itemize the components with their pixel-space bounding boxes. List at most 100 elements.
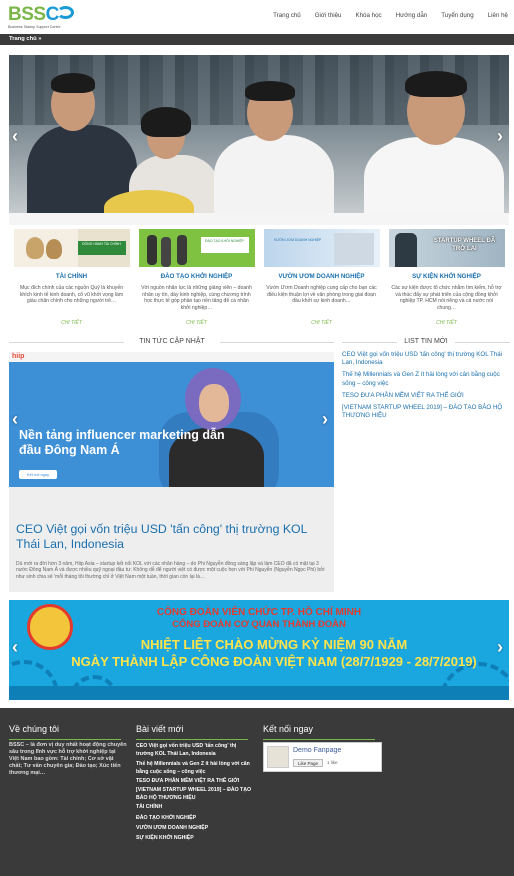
hero-person-1-hair bbox=[51, 73, 95, 93]
category-incubator-image: VƯỜN ƯƠM DOANH NGHIỆP bbox=[263, 229, 380, 267]
news-slide-button[interactable]: Kết nối ngay bbox=[19, 470, 57, 479]
category-training-more-link[interactable]: CHI TIẾT bbox=[134, 320, 259, 326]
logo-ring-icon bbox=[57, 6, 74, 19]
hero-person-4-hair bbox=[405, 71, 467, 97]
nav-careers[interactable]: Tuyển dụng bbox=[434, 12, 480, 19]
latest-news-item[interactable]: TESO ĐƯA PHẦN MỀM VIỆT RA THẾ GIỚI bbox=[342, 392, 510, 400]
category-events-more-link[interactable]: CHI TIẾT bbox=[384, 320, 509, 326]
footer-about: Về chúng tôi BSSC – là đơn vị duy nhất h… bbox=[9, 724, 127, 777]
footer-post-link[interactable]: CEO Việt gọi vốn triệu USD 'tấn công' th… bbox=[136, 742, 254, 758]
footer-post-link[interactable]: SỰ KIỆN KHỞI NGHIỆP bbox=[136, 833, 254, 843]
banner-line-4: NGÀY THÀNH LẬP CÔNG ĐOÀN VIỆT NAM (28/7/… bbox=[71, 654, 477, 669]
list-title-line-left bbox=[342, 342, 397, 343]
footer-post-link[interactable]: TÀI CHÍNH bbox=[136, 802, 254, 812]
category-incubator-more-link[interactable]: CHI TIẾT bbox=[259, 320, 384, 326]
list-section-title: LIST TIN MỚI bbox=[404, 338, 448, 345]
list-title-line-right bbox=[455, 342, 510, 343]
category-incubator-title[interactable]: VƯỜN ƯƠM DOANH NGHIỆP bbox=[259, 273, 384, 280]
category-incubator-image-text: VƯỜN ƯƠM DOANH NGHIỆP bbox=[273, 238, 322, 242]
news-slide-logo: hiip bbox=[12, 353, 25, 360]
hero-person-2-hair bbox=[141, 107, 191, 137]
news-section-title: TIN TỨC CẬP NHẬT bbox=[139, 338, 205, 345]
like-page-button[interactable]: Like Page bbox=[293, 759, 323, 767]
banner-prev-arrow-icon[interactable]: ‹ bbox=[12, 638, 18, 656]
logo-subtitle: Business Startup Support Centre bbox=[8, 25, 61, 29]
category-incubator-desc: Vườn Ươm Doanh nghiệp cung cấp cho bạn c… bbox=[266, 285, 377, 304]
hero-table bbox=[9, 213, 509, 225]
logo-wordmark: BSSC bbox=[8, 4, 59, 25]
news-article-excerpt: Dù mới ra đời hơn 3 năm, Hiip Asia – sta… bbox=[16, 561, 325, 580]
office-icon bbox=[333, 233, 374, 265]
hero-prev-arrow-icon[interactable]: ‹ bbox=[12, 127, 18, 145]
site-logo[interactable]: BSSC Business Startup Support Centre bbox=[8, 4, 74, 30]
footer-about-title: Về chúng tôi bbox=[9, 724, 60, 734]
hero-person-3 bbox=[214, 135, 334, 225]
latest-news-item[interactable]: [VIETNAM STARTUP WHEEL 2019] – ĐÀO TẠO B… bbox=[342, 404, 510, 420]
footer-post-link[interactable]: [VIETNAM STARTUP WHEEL 2019] – ĐÀO TẠO B… bbox=[136, 786, 254, 802]
hero-next-arrow-icon[interactable]: › bbox=[497, 127, 503, 145]
category-events-image-text: STARTUP WHEEL ĐÃ TRỞ LẠI bbox=[433, 238, 496, 252]
news-title-line-right bbox=[220, 342, 334, 343]
footer-connect-title: Kết nối ngay bbox=[263, 724, 314, 734]
fanpage-avatar bbox=[267, 746, 289, 768]
person-silhouette-icon bbox=[176, 235, 187, 265]
union-banner[interactable]: CÔNG ĐOÀN VIÊN CHỨC TP. HỒ CHÍ MINH CÔNG… bbox=[9, 600, 509, 700]
category-finance[interactable]: ĐỒNG HÀNH TÀI CHÍNH TÀI CHÍNH Mục đích c… bbox=[9, 229, 134, 329]
category-events-title[interactable]: SỰ KIỆN KHỞI NGHIỆP bbox=[384, 273, 509, 280]
category-training-image-text: ĐÀO TẠO KHỞI NGHIỆP bbox=[200, 237, 249, 253]
banner-next-arrow-icon[interactable]: › bbox=[497, 638, 503, 656]
footer-connect: Kết nối ngay Demo Fanpage Like Page 1 li… bbox=[263, 724, 382, 772]
footer-posts-title: Bài viết mới bbox=[136, 724, 184, 734]
footer-about-text: BSSC – là đơn vị duy nhất hoạt động chuy… bbox=[9, 742, 127, 776]
category-events-desc: Các sự kiện được tổ chức nhằm tìm kiếm, … bbox=[391, 285, 502, 311]
person-silhouette-icon bbox=[394, 233, 417, 267]
banner-footer-strip bbox=[9, 686, 509, 700]
category-events[interactable]: STARTUP WHEEL ĐÃ TRỞ LẠI SỰ KIỆN KHỞI NG… bbox=[384, 229, 509, 329]
news-prev-arrow-icon[interactable]: ‹ bbox=[12, 410, 18, 428]
nav-contact[interactable]: Liên hệ bbox=[481, 12, 508, 19]
breadcrumb-home[interactable]: Trang chủ » bbox=[9, 36, 42, 42]
news-slide-headline: Nền tảng influencer marketing dẫn đầu Đô… bbox=[19, 428, 225, 457]
nav-guide[interactable]: Hướng dẫn bbox=[389, 12, 435, 19]
footer-post-link[interactable]: Thế hệ Millennials và Gen Z ít hài lòng … bbox=[136, 760, 254, 776]
category-finance-image: ĐỒNG HÀNH TÀI CHÍNH bbox=[13, 229, 130, 267]
news-title-line-left bbox=[9, 342, 124, 343]
category-incubator[interactable]: VƯỜN ƯƠM DOANH NGHIỆP VƯỜN ƯƠM DOANH NGH… bbox=[259, 229, 384, 329]
category-training-title[interactable]: ĐÀO TẠO KHỞI NGHIỆP bbox=[134, 273, 259, 280]
footer-connect-underline bbox=[263, 739, 375, 740]
footer-posts: Bài viết mới CEO Việt gọi vốn triệu USD … bbox=[136, 724, 254, 843]
news-next-arrow-icon[interactable]: › bbox=[322, 410, 328, 428]
person-silhouette-icon bbox=[146, 235, 157, 265]
hero-person-4 bbox=[364, 137, 504, 225]
footer-post-link[interactable]: ĐÀO TẠO KHỞI NGHIỆP bbox=[136, 813, 254, 823]
fanpage-like-count: 1 like bbox=[327, 760, 338, 765]
footer-about-underline bbox=[9, 739, 121, 740]
fanpage-name[interactable]: Demo Fanpage bbox=[293, 747, 341, 754]
news-slider[interactable]: hiip Nền tảng influencer marketing dẫn đ… bbox=[9, 352, 334, 487]
latest-news-item[interactable]: Thế hệ Millennials và Gen Z ít hài lòng … bbox=[342, 371, 510, 387]
money-bag-icon bbox=[25, 237, 44, 259]
main-nav: Trang chủ Giới thiệu Khóa học Hướng dẫn … bbox=[266, 12, 508, 19]
hero-person-3-hair bbox=[245, 81, 295, 101]
latest-news-item[interactable]: CEO Việt gọi vốn triệu USD 'tấn công' th… bbox=[342, 351, 510, 367]
category-finance-more-link[interactable]: CHI TIẾT bbox=[9, 320, 134, 326]
footer-post-link[interactable]: TESO ĐƯA PHẦN MỀM VIỆT RA THẾ GIỚI bbox=[136, 776, 254, 786]
footer-post-link[interactable]: VƯỜN ƯƠM DOANH NGHIỆP bbox=[136, 823, 254, 833]
category-events-image: STARTUP WHEEL ĐÃ TRỞ LẠI bbox=[388, 229, 505, 267]
category-training[interactable]: ĐÀO TẠO KHỞI NGHIỆP ĐÀO TẠO KHỞI NGHIỆP … bbox=[134, 229, 259, 329]
site-header: BSSC Business Startup Support Centre Tra… bbox=[0, 0, 514, 34]
category-strip: ĐỒNG HÀNH TÀI CHÍNH TÀI CHÍNH Mục đích c… bbox=[9, 229, 509, 329]
breadcrumb: Trang chủ » bbox=[0, 34, 514, 45]
banner-line-1: CÔNG ĐOÀN VIÊN CHỨC TP. HỒ CHÍ MINH bbox=[156, 607, 362, 618]
hero-slider[interactable]: ‹ › bbox=[9, 55, 509, 225]
news-article-title[interactable]: CEO Việt gọi vốn triệu USD 'tấn công' th… bbox=[16, 522, 334, 552]
category-finance-title[interactable]: TÀI CHÍNH bbox=[9, 273, 134, 280]
footer-posts-underline bbox=[136, 739, 248, 740]
category-training-image: ĐÀO TẠO KHỞI NGHIỆP bbox=[138, 229, 255, 267]
facebook-page-widget[interactable]: Demo Fanpage Like Page 1 like bbox=[263, 742, 382, 772]
nav-home[interactable]: Trang chủ bbox=[266, 12, 308, 19]
nav-courses[interactable]: Khóa học bbox=[348, 12, 388, 19]
nav-about[interactable]: Giới thiệu bbox=[308, 12, 349, 19]
news-slide-person-face bbox=[199, 384, 229, 422]
person-silhouette-icon bbox=[160, 237, 171, 267]
